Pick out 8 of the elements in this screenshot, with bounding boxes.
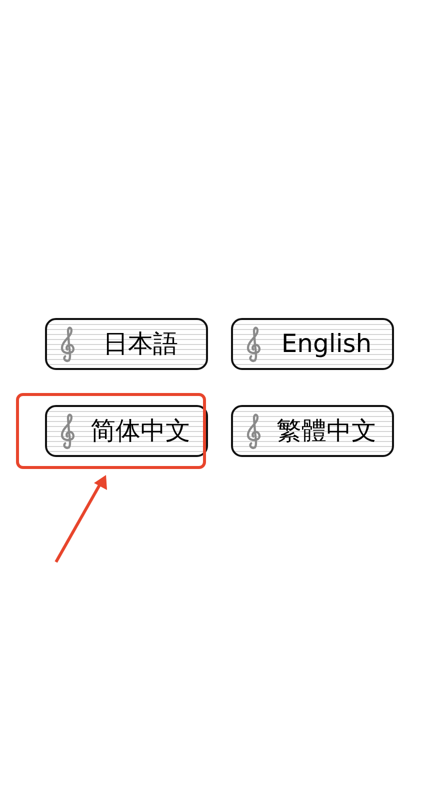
treble-clef-icon <box>245 412 263 450</box>
language-button[interactable]: English <box>231 318 394 370</box>
treble-clef-icon <box>245 325 263 363</box>
treble-clef-icon <box>59 412 77 450</box>
language-button[interactable]: 简体中文 <box>45 405 208 457</box>
language-button[interactable]: 日本語 <box>45 318 208 370</box>
treble-clef-icon <box>59 325 77 363</box>
language-button[interactable]: 繁體中文 <box>231 405 394 457</box>
